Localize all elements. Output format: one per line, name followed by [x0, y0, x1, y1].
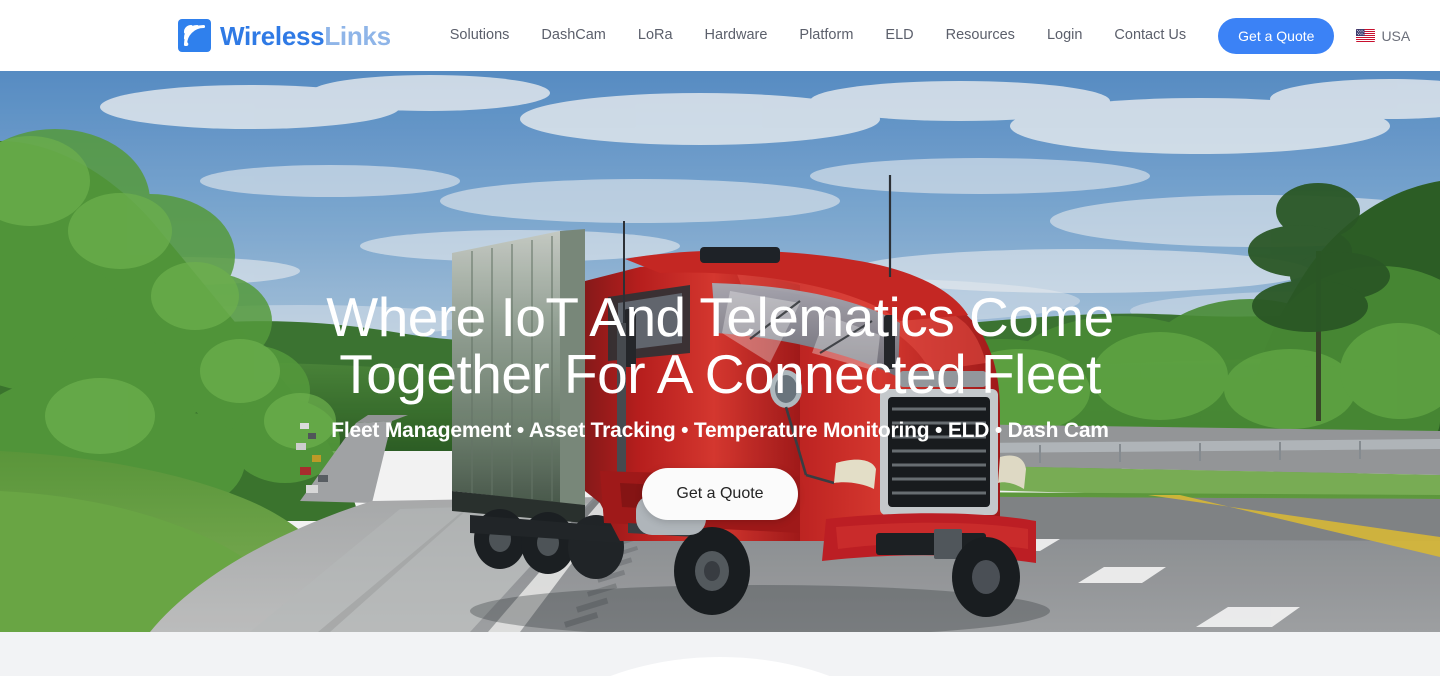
- nav-item-contact-us[interactable]: Contact Us: [1098, 28, 1202, 43]
- nav-item-lora[interactable]: LoRa: [622, 28, 689, 43]
- header-get-a-quote-button[interactable]: Get a Quote: [1218, 17, 1335, 54]
- nav-item-solutions[interactable]: Solutions: [434, 28, 526, 43]
- main-navigation: Solutions DashCam LoRa Hardware Platform…: [434, 28, 1202, 43]
- locale-label: USA: [1381, 27, 1411, 44]
- nav-item-hardware[interactable]: Hardware: [689, 28, 784, 43]
- hero-section: Where IoT And Telematics Come Together F…: [0, 71, 1440, 632]
- decorative-circle: [485, 657, 955, 676]
- brand-text-secondary: Links: [324, 20, 391, 51]
- locale-selector[interactable]: USA: [1356, 28, 1410, 44]
- nav-item-eld[interactable]: ELD: [869, 28, 929, 43]
- brand-logo[interactable]: WirelessLinks: [178, 19, 391, 52]
- wifi-signal-icon: [178, 19, 211, 52]
- below-fold-section: [0, 632, 1440, 676]
- nav-item-resources[interactable]: Resources: [930, 28, 1031, 43]
- usa-flag-icon: [1356, 29, 1376, 42]
- hero-get-a-quote-button[interactable]: Get a Quote: [642, 468, 798, 521]
- brand-wordmark: WirelessLinks: [220, 23, 391, 49]
- nav-item-dashcam[interactable]: DashCam: [525, 28, 621, 43]
- brand-text-primary: Wireless: [220, 20, 325, 51]
- nav-item-platform[interactable]: Platform: [783, 28, 869, 43]
- site-header: WirelessLinks Solutions DashCam LoRa Har…: [0, 0, 1440, 71]
- nav-item-login[interactable]: Login: [1031, 28, 1098, 43]
- hero-background-photo: [0, 71, 1440, 632]
